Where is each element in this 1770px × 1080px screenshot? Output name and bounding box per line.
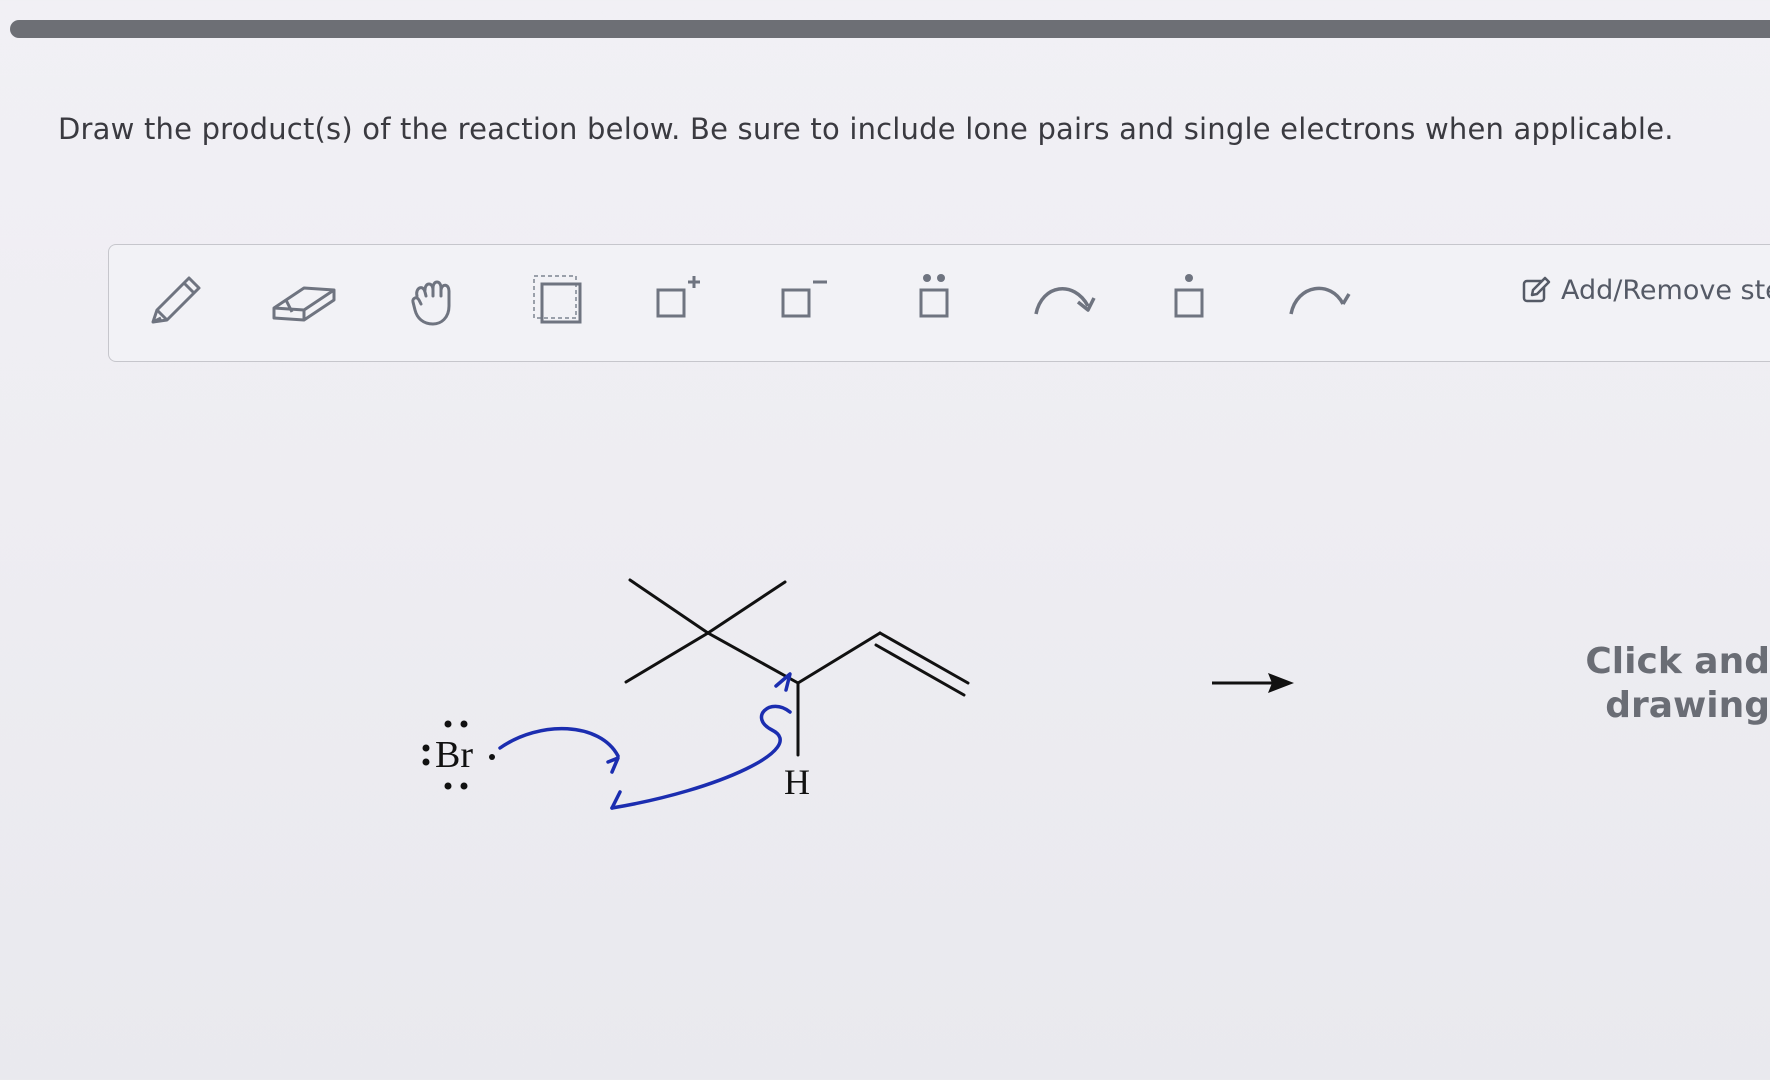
progress-bar	[10, 20, 1770, 38]
pencil-tool[interactable]	[139, 265, 209, 337]
dashed-box-icon	[533, 275, 582, 324]
box-minus-icon	[781, 280, 827, 318]
pencil-icon	[151, 276, 201, 324]
add-remove-steps-button[interactable]: Add/Remove ste	[1521, 275, 1770, 306]
vinyl-double-bond-a	[878, 631, 970, 685]
bromide-attack-arrow	[498, 726, 620, 758]
box-plus-icon	[656, 276, 700, 318]
methyl-bond-lower-left	[624, 631, 710, 684]
methyl-bond-upper-right	[706, 580, 787, 635]
vinyl-double-bond-b	[874, 643, 966, 697]
negative-charge-tool[interactable]	[769, 265, 839, 337]
bromine-atom-label: Br	[435, 734, 473, 776]
eraser-icon	[272, 286, 336, 322]
bromide-ion: Br	[422, 720, 495, 790]
hand-icon	[411, 280, 451, 326]
hydrogen-atom-label: H	[784, 762, 810, 802]
box-radical-icon	[1174, 274, 1204, 318]
ch-to-vinyl-bond	[796, 631, 882, 685]
edit-icon	[1522, 276, 1551, 302]
methyl-bond-upper-left	[628, 578, 710, 635]
reaction-arrow	[1212, 673, 1294, 693]
lone-pair-tool[interactable]	[899, 265, 969, 337]
quaternary-to-ch-bond	[706, 631, 800, 685]
drawing-toolbar: Add/Remove ste	[108, 244, 1770, 362]
box-lone-pair-icon	[919, 274, 949, 318]
curved-arrow-icon	[1034, 287, 1096, 315]
mechanism-arrows	[498, 672, 792, 810]
fishhook-arrow-icon	[1289, 286, 1351, 315]
eraser-tool[interactable]	[264, 265, 344, 337]
add-remove-steps-label: Add/Remove ste	[1561, 275, 1770, 306]
hand-tool[interactable]	[399, 265, 469, 337]
bond-breaking-arrow	[610, 704, 792, 810]
single-electron-arrow-tool[interactable]	[1279, 265, 1359, 337]
positive-charge-tool[interactable]	[644, 265, 714, 337]
molecule-skeleton	[624, 578, 970, 757]
drawing-canvas[interactable]: H Br	[0, 370, 1770, 1080]
single-electron-tool[interactable]	[1154, 265, 1224, 337]
drawing-hint: Click and drawing	[1585, 640, 1770, 728]
electron-pair-arrow-tool[interactable]	[1024, 265, 1104, 337]
question-instruction: Draw the product(s) of the reaction belo…	[58, 112, 1674, 146]
drawing-hint-line1: Click and	[1585, 641, 1770, 682]
drawing-hint-line2: drawing	[1605, 685, 1770, 726]
select-box-tool[interactable]	[524, 265, 594, 337]
